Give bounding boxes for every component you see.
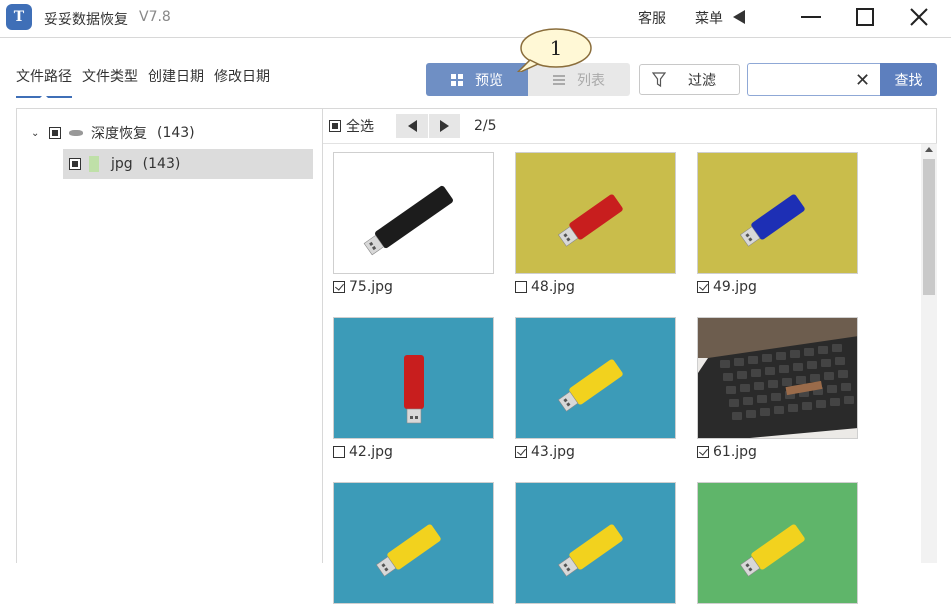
scroll-up-arrow-icon[interactable] xyxy=(925,147,933,152)
thumbnail-item[interactable]: 48.jpg xyxy=(515,152,676,295)
tree-node-jpg[interactable]: jpg (143) xyxy=(63,149,313,179)
folder-icon xyxy=(89,156,99,172)
filter-label: 过滤 xyxy=(688,72,716,89)
close-icon xyxy=(910,8,928,26)
customer-service-link[interactable]: 客服 xyxy=(638,8,666,28)
thumbnail-item[interactable]: 61.jpg xyxy=(697,317,858,460)
thumbnail-label[interactable]: 75.jpg xyxy=(333,279,494,295)
select-all-box[interactable] xyxy=(329,120,341,132)
tree-checkbox[interactable] xyxy=(49,127,61,139)
minimize-button[interactable] xyxy=(784,0,838,34)
pager xyxy=(396,114,460,138)
page-indicator: 2/5 xyxy=(474,118,497,134)
thumbnail-image[interactable] xyxy=(697,317,858,439)
next-arrow-icon xyxy=(440,120,449,132)
file-checkbox[interactable] xyxy=(697,281,709,293)
thumbnail-label[interactable]: 43.jpg xyxy=(515,444,676,460)
menu-link[interactable]: 菜单 xyxy=(695,8,723,28)
search-button[interactable]: 查找 xyxy=(880,63,937,96)
tree-node-label: jpg xyxy=(111,156,133,172)
step-callout-bubble: 1 xyxy=(516,28,592,72)
file-name: 61.jpg xyxy=(713,444,757,460)
list-view-label: 列表 xyxy=(577,72,605,89)
preview-view-label: 预览 xyxy=(475,72,503,89)
thumbnail-image[interactable] xyxy=(697,152,858,274)
select-all-label: 全选 xyxy=(346,119,374,135)
app-version: V7.8 xyxy=(139,9,171,25)
callout-number: 1 xyxy=(550,36,563,60)
folder-tree-panel: ⌄ 深度恢复 (143) jpg (143) xyxy=(16,108,323,563)
thumbnail-item[interactable]: 75.jpg xyxy=(333,152,494,295)
thumbnail-image[interactable] xyxy=(333,152,494,274)
scroll-thumb[interactable] xyxy=(923,159,935,295)
tab-modified-date[interactable]: 修改日期 xyxy=(214,66,270,98)
thumbnail-item[interactable] xyxy=(333,482,494,604)
thumbnail-item[interactable]: 49.jpg xyxy=(697,152,858,295)
chevron-down-icon[interactable]: ⌄ xyxy=(31,128,41,139)
tree-node-label: 深度恢复 xyxy=(91,126,147,142)
preview-toolbar: 全选 2/5 xyxy=(323,109,937,144)
file-checkbox[interactable] xyxy=(697,446,709,458)
thumbnail-label[interactable]: 48.jpg xyxy=(515,279,676,295)
list-view-icon xyxy=(553,74,565,85)
file-checkbox[interactable] xyxy=(515,446,527,458)
preview-view-button[interactable]: 预览 xyxy=(426,63,528,96)
file-name: 43.jpg xyxy=(531,444,575,460)
thumbnail-label[interactable]: 42.jpg xyxy=(333,444,494,460)
thumbnail-label[interactable]: 61.jpg xyxy=(697,444,858,460)
prev-page-button[interactable] xyxy=(396,114,428,138)
filter-icon xyxy=(652,71,666,87)
prev-arrow-icon xyxy=(407,120,417,132)
filter-button[interactable]: 过滤 xyxy=(639,64,740,95)
maximize-icon xyxy=(856,8,874,26)
file-name: 42.jpg xyxy=(349,444,393,460)
file-name: 49.jpg xyxy=(713,279,757,295)
app-title: 妥妥数据恢复 xyxy=(44,12,128,28)
grid-view-icon xyxy=(451,73,463,86)
app-logo-icon: T xyxy=(6,4,32,30)
close-button[interactable] xyxy=(892,0,946,34)
thumbnail-image[interactable] xyxy=(697,482,858,604)
category-tabs: 文件路径 文件类型 创建日期 修改日期 xyxy=(16,66,270,98)
tree-checkbox[interactable] xyxy=(69,158,81,170)
thumbnail-item[interactable]: 43.jpg xyxy=(515,317,676,460)
vertical-scrollbar[interactable] xyxy=(921,144,937,563)
search-box: ✕ 查找 xyxy=(747,63,937,96)
tree-node-count: (143) xyxy=(142,156,181,172)
tab-created-date[interactable]: 创建日期 xyxy=(148,66,204,98)
tree-node-deep-recovery[interactable]: ⌄ 深度恢复 (143) xyxy=(31,123,195,143)
thumbnail-item[interactable] xyxy=(515,482,676,604)
thumbnail-label[interactable]: 49.jpg xyxy=(697,279,858,295)
file-checkbox[interactable] xyxy=(333,281,345,293)
select-all-checkbox[interactable]: 全选 xyxy=(329,116,374,136)
thumbnail-image[interactable] xyxy=(333,317,494,439)
thumbnail-image[interactable] xyxy=(515,152,676,274)
menu-arrow-icon[interactable] xyxy=(733,10,745,24)
next-page-button[interactable] xyxy=(428,114,460,138)
file-checkbox[interactable] xyxy=(515,281,527,293)
file-name: 75.jpg xyxy=(349,279,393,295)
thumbnail-item[interactable]: 42.jpg xyxy=(333,317,494,460)
file-name: 48.jpg xyxy=(531,279,575,295)
thumbnail-image[interactable] xyxy=(515,317,676,439)
minimize-icon xyxy=(801,16,821,18)
file-checkbox[interactable] xyxy=(333,446,345,458)
clear-search-icon[interactable]: ✕ xyxy=(855,70,870,91)
tree-node-count: (143) xyxy=(157,125,195,141)
drive-icon xyxy=(69,130,83,136)
thumbnail-item[interactable] xyxy=(697,482,858,604)
maximize-button[interactable] xyxy=(838,0,892,34)
thumbnail-image[interactable] xyxy=(515,482,676,604)
tab-file-type[interactable]: 文件类型 xyxy=(82,66,138,98)
tab-file-path[interactable]: 文件路径 xyxy=(16,66,72,98)
title-bar: T 妥妥数据恢复 V7.8 客服 菜单 xyxy=(0,0,951,38)
thumbnail-image[interactable] xyxy=(333,482,494,604)
